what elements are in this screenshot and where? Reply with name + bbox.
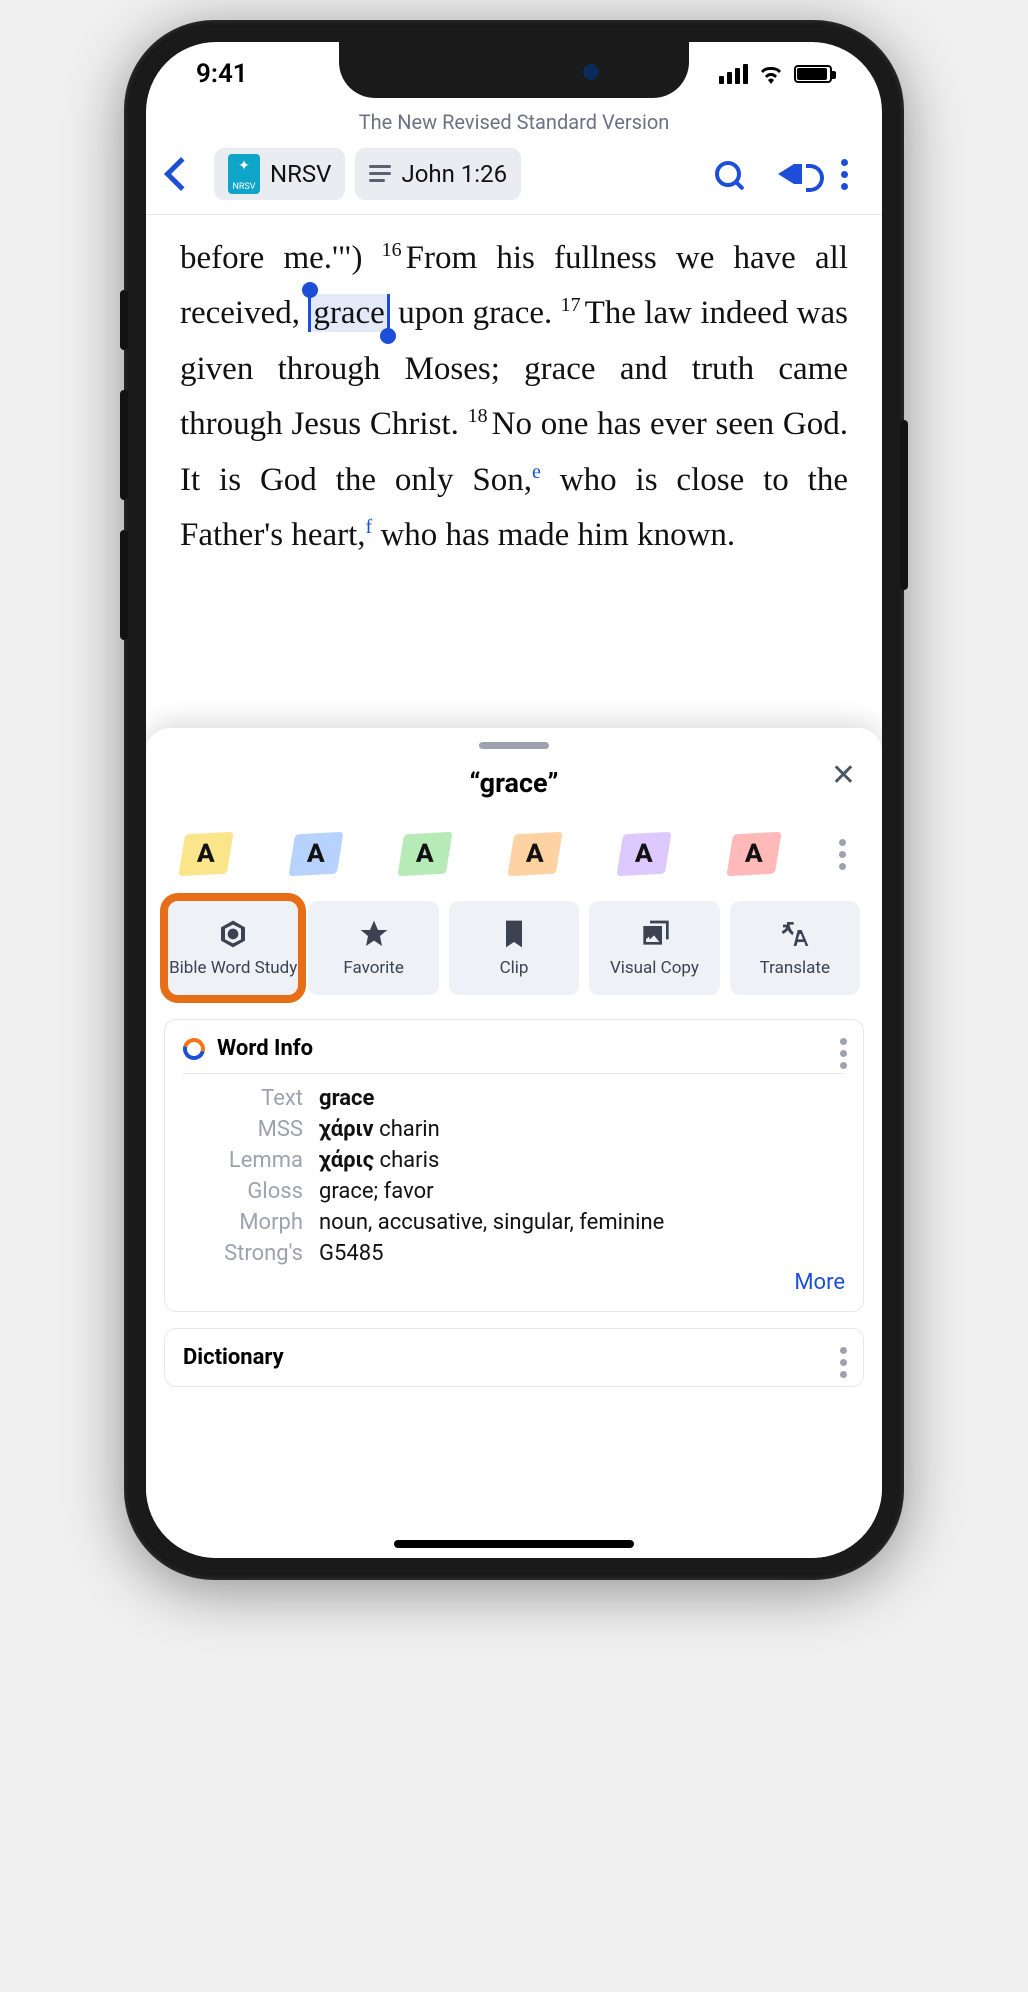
- drag-handle[interactable]: [479, 742, 549, 749]
- highlight-color-row: A A A A A A: [164, 833, 864, 901]
- signal-icon: [719, 64, 748, 84]
- highlight-orange[interactable]: A: [507, 832, 562, 876]
- audio-button[interactable]: [758, 164, 814, 184]
- action-row: Bible Word Study Favorite Clip Visual Co…: [164, 901, 864, 1019]
- close-button[interactable]: ✕: [831, 758, 856, 793]
- image-stack-icon: [638, 918, 670, 950]
- screen: 9:41 The New Revised Standard Version NR…: [146, 42, 882, 1558]
- device-notch: [339, 42, 689, 98]
- toc-icon: [369, 165, 391, 183]
- verse-number-18: 18: [468, 405, 488, 427]
- word-info-grid: Text grace MSS χάριν charin Lemma χάρις …: [183, 1086, 845, 1266]
- word-info-more-link[interactable]: More: [183, 1266, 845, 1295]
- highlight-more-button[interactable]: [839, 839, 846, 870]
- highlight-yellow[interactable]: A: [178, 832, 233, 876]
- version-cover-icon: NRSV: [228, 154, 260, 194]
- dictionary-card: Dictionary: [164, 1328, 864, 1387]
- status-time: 9:41: [196, 59, 248, 89]
- reference-selector[interactable]: John 1:26: [355, 148, 521, 200]
- close-icon: ✕: [831, 758, 856, 793]
- word-action-sheet: ✕ “grace” A A A A A A Bible Word Study: [146, 728, 882, 1558]
- word-info-heading: Word Info: [217, 1036, 313, 1061]
- sheet-title: “grace”: [164, 767, 864, 799]
- home-indicator[interactable]: [394, 1540, 634, 1548]
- highlight-red[interactable]: A: [726, 832, 781, 876]
- kebab-icon: [841, 159, 848, 190]
- scripture-text[interactable]: before me.'") 16From his fullness we hav…: [146, 215, 882, 580]
- search-button[interactable]: [708, 161, 748, 187]
- word-info-icon: [179, 1033, 209, 1063]
- highlight-purple[interactable]: A: [616, 832, 671, 876]
- word-info-menu[interactable]: [840, 1038, 847, 1069]
- bookmark-icon: [498, 918, 530, 950]
- clip-button[interactable]: Clip: [449, 901, 579, 995]
- selected-word[interactable]: grace: [308, 294, 389, 332]
- verse-number-17: 17: [561, 294, 581, 316]
- version-title: The New Revised Standard Version: [146, 106, 882, 144]
- visual-copy-button[interactable]: Visual Copy: [589, 901, 719, 995]
- version-abbr: NRSV: [270, 160, 331, 188]
- reference-label: John 1:26: [401, 160, 507, 188]
- back-button[interactable]: [164, 162, 204, 186]
- speaker-icon: [778, 164, 794, 184]
- verse-number-16: 16: [382, 239, 402, 261]
- bible-word-study-button[interactable]: Bible Word Study: [168, 901, 298, 995]
- wifi-icon: [758, 64, 784, 84]
- word-study-icon: [217, 918, 249, 950]
- highlight-green[interactable]: A: [397, 832, 452, 876]
- word-info-card: Word Info Text grace MSS χάριν charin Le…: [164, 1019, 864, 1312]
- favorite-button[interactable]: Favorite: [308, 901, 438, 995]
- highlight-blue[interactable]: A: [288, 832, 343, 876]
- translate-icon: [779, 918, 811, 950]
- toolbar: NRSV NRSV John 1:26: [146, 144, 882, 215]
- footnote-e[interactable]: e: [532, 461, 541, 483]
- search-icon: [715, 161, 741, 187]
- chevron-left-icon: [164, 157, 198, 191]
- more-menu-button[interactable]: [824, 159, 864, 190]
- dictionary-menu[interactable]: [840, 1347, 847, 1378]
- translate-button[interactable]: Translate: [730, 901, 860, 995]
- version-selector[interactable]: NRSV NRSV: [214, 148, 345, 200]
- star-icon: [358, 918, 390, 950]
- battery-icon: [794, 65, 832, 83]
- dictionary-heading: Dictionary: [183, 1345, 284, 1370]
- phone-frame: 9:41 The New Revised Standard Version NR…: [124, 20, 904, 1580]
